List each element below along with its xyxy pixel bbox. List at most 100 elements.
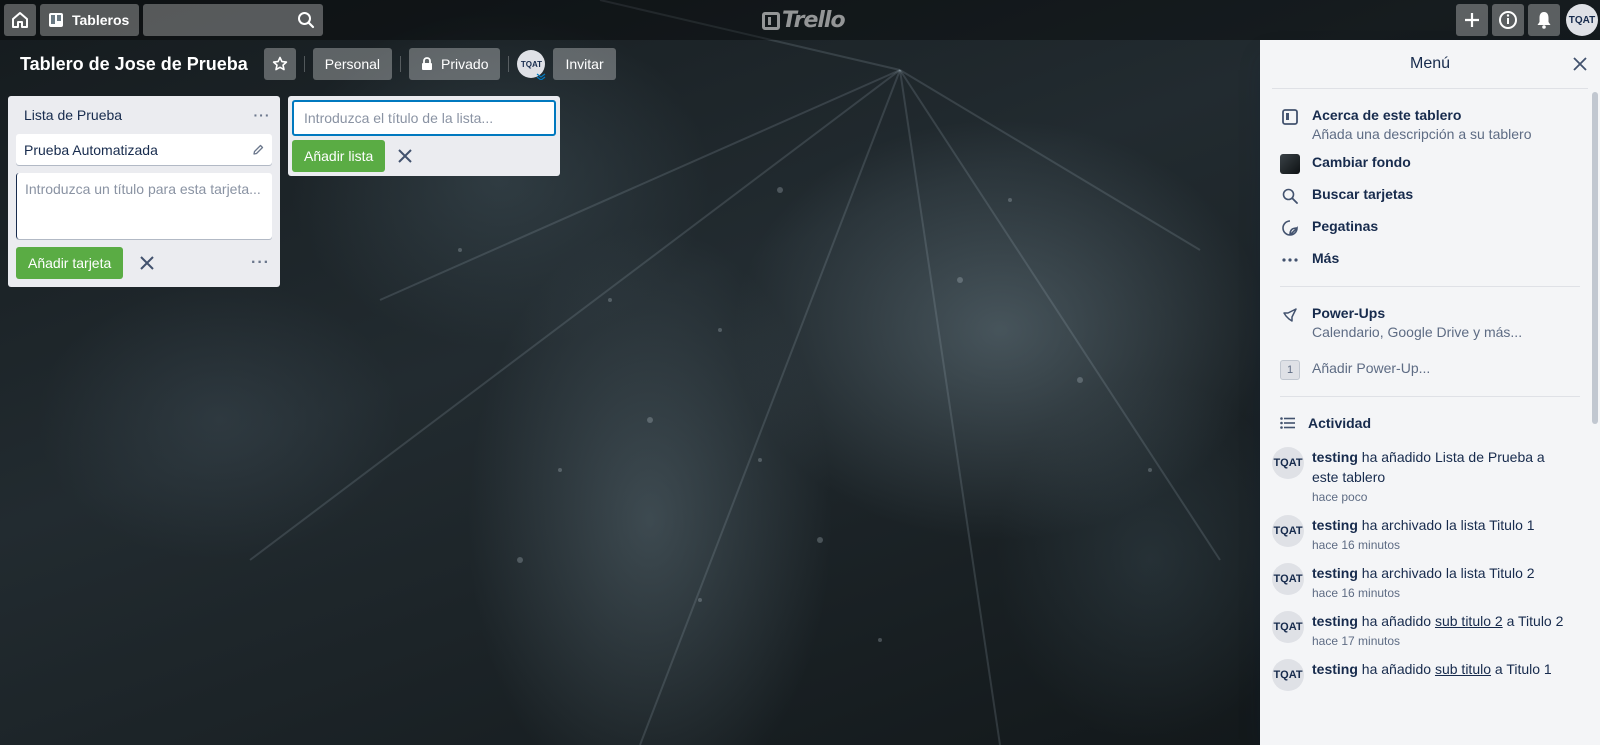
activity-time[interactable]: hace 16 minutos [1312,585,1574,601]
search-icon [298,12,315,29]
menu-header: Menú [1260,40,1600,88]
team-label: Personal [324,56,381,72]
menu-item-more[interactable]: Más [1272,244,1588,276]
activity-time[interactable]: hace 16 minutos [1312,537,1574,553]
user-avatar[interactable]: TQAT [1566,4,1598,36]
board-icon [1280,107,1300,127]
activity-time[interactable]: hace poco [1312,489,1574,505]
pencil-icon[interactable] [252,144,264,156]
notifications-button[interactable] [1528,4,1560,36]
card-options-button[interactable]: ··· [251,254,270,272]
close-icon [1573,57,1587,71]
activity-text: ha añadido [1357,613,1435,629]
card-title: Prueba Automatizada [24,141,158,158]
admin-chevron-icon [537,73,546,80]
menu-item-change-background[interactable]: Cambiar fondo [1272,148,1588,180]
activity-card-link[interactable]: sub titulo [1435,661,1491,677]
activity-text: ha archivado la lista Titulo 2 [1357,565,1535,581]
member-avatar[interactable]: TQAT [517,50,546,80]
activity-user[interactable]: testing [1312,565,1358,581]
cancel-list-button[interactable] [393,144,417,168]
home-button[interactable] [4,4,36,36]
menu-divider [1280,286,1580,287]
activity-card-link[interactable]: sub titulo 2 [1435,613,1503,629]
list-menu-button[interactable]: ··· [252,107,272,123]
divider [303,56,305,72]
activity-user[interactable]: testing [1312,613,1358,629]
rocket-icon [1280,305,1300,325]
add-powerup-item[interactable]: 1 Añadir Power-Up... [1272,354,1588,386]
add-card-button[interactable]: Añadir tarjeta [16,247,124,279]
star-button[interactable] [263,48,296,80]
add-powerup-label: Añadir Power-Up... [1312,360,1431,376]
activity-user[interactable]: testing [1312,449,1358,465]
activity-entry: TQAT testing ha añadido sub titulo a Tit… [1272,659,1588,691]
cancel-card-button[interactable] [135,251,159,275]
menu-item-about[interactable]: Acerca de este tablero Añada una descrip… [1272,101,1588,148]
menu-item-search-cards[interactable]: Buscar tarjetas [1272,180,1588,212]
home-icon [12,12,28,28]
card-title-input[interactable]: Introduzca un título para esta tarjeta..… [16,173,272,239]
board-title[interactable]: Tablero de Jose de Prueba [12,54,256,75]
menu-item-title: Pegatinas [1312,218,1379,234]
activity-time[interactable]: hace 17 minutos [1312,633,1574,649]
boards-button[interactable]: Tableros [40,4,140,36]
list-title[interactable]: Lista de Prueba [24,107,122,123]
divider [508,56,510,72]
logo-text: Trello [782,8,846,33]
activity-text: a Titulo 2 [1502,613,1564,629]
menu-item-title: Más [1312,250,1340,266]
board-menu: Menú Acerca de este tablero Añada una de… [1260,40,1600,745]
board-header: Tablero de Jose de Prueba Personal Priva… [0,44,616,84]
team-button[interactable]: Personal [312,48,393,80]
menu-item-title: Cambiar fondo [1312,154,1411,170]
avatar[interactable]: TQAT [1272,563,1304,595]
avatar[interactable]: TQAT [1272,447,1304,479]
activity-user[interactable]: testing [1312,661,1358,677]
close-icon [398,149,412,163]
more-icon [1280,250,1300,270]
menu-item-subtitle: Añada una descripción a su tablero [1312,126,1532,142]
trello-logo[interactable]: Trello [762,8,846,33]
add-list-button[interactable]: Añadir lista [292,140,386,172]
invite-button[interactable]: Invitar [553,48,616,80]
card-composer-controls: Añadir tarjeta ··· [16,247,276,279]
avatar[interactable]: TQAT [1272,515,1304,547]
search-icon [1280,186,1300,206]
menu-item-title: Power-Ups [1312,305,1386,321]
menu-item-subtitle: Calendario, Google Drive y más... [1312,324,1523,340]
activity-header: Actividad [1272,409,1588,437]
activity-list-icon [1280,417,1295,429]
menu-close-button[interactable] [1570,54,1590,74]
menu-body: Acerca de este tablero Añada una descrip… [1260,89,1600,691]
create-button[interactable] [1456,4,1488,36]
invite-label: Invitar [565,56,604,72]
info-button[interactable] [1492,4,1524,36]
activity-title: Actividad [1308,415,1372,431]
bell-icon [1537,12,1551,29]
sticker-icon [1280,218,1300,238]
menu-item-powerups[interactable]: Power-Ups Calendario, Google Drive y más… [1272,299,1588,346]
activity-user[interactable]: testing [1312,517,1358,533]
list-header: Lista de Prueba ··· [16,96,276,134]
avatar[interactable]: TQAT [1272,659,1304,691]
boards-label: Tableros [72,12,130,28]
activity-text: ha añadido [1357,661,1435,677]
close-icon [140,256,154,270]
activity-entry: TQAT testing ha archivado la lista Titul… [1272,515,1588,553]
powerup-count-badge: 1 [1280,360,1300,380]
background-thumbnail [1280,154,1300,174]
card[interactable]: Prueba Automatizada [16,134,272,165]
info-icon [1499,11,1517,29]
list-title-input[interactable]: Introduzca el título de la lista... [292,100,556,136]
activity-entry: TQAT testing ha añadido sub titulo 2 a T… [1272,611,1588,649]
lock-icon [422,57,433,70]
activity-entry: TQAT testing ha añadido Lista de Prueba … [1272,447,1588,505]
divider [400,56,402,72]
avatar[interactable]: TQAT [1272,611,1304,643]
menu-item-title: Acerca de este tablero [1312,107,1462,123]
visibility-button[interactable]: Privado [409,48,501,80]
search-input[interactable] [143,4,324,36]
menu-item-stickers[interactable]: Pegatinas [1272,212,1588,244]
star-icon [272,56,287,71]
